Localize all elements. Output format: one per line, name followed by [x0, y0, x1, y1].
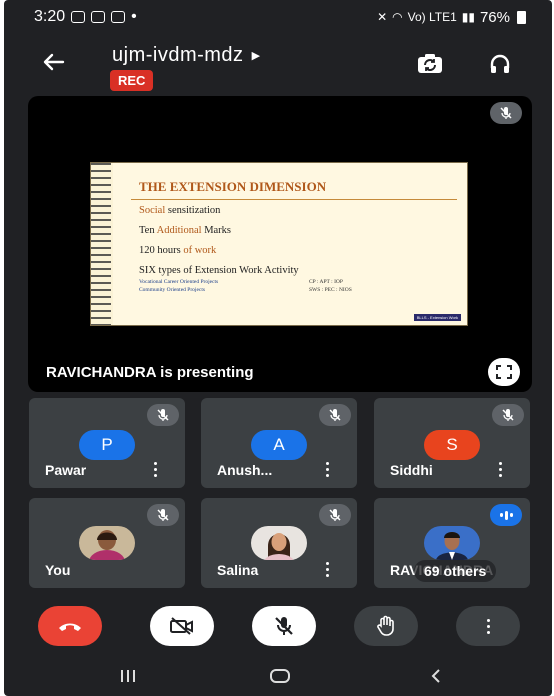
- fullscreen-button[interactable]: [488, 358, 520, 386]
- signal-icon: ▮▮: [461, 10, 475, 24]
- participant-tile-siddhi[interactable]: S Siddhi: [374, 398, 530, 488]
- back-arrow-icon[interactable]: [40, 48, 68, 76]
- divider: [131, 199, 457, 200]
- mail-icon: [111, 11, 126, 23]
- raise-hand-icon: [377, 615, 394, 636]
- participant-tile-you[interactable]: You: [29, 498, 185, 588]
- shared-slide: THE EXTENSION DIMENSION Social sensitiza…: [90, 162, 468, 326]
- more-options-button[interactable]: [456, 606, 520, 646]
- participant-name: You: [45, 562, 71, 578]
- mic-off-icon: [319, 404, 351, 426]
- participant-tile-pawar[interactable]: P Pawar: [29, 398, 185, 488]
- slide-bullet: 120 hours of work: [139, 245, 217, 256]
- mic-off-icon: [492, 404, 524, 426]
- clock: 3:20: [34, 8, 66, 25]
- battery-percent: 76%: [479, 8, 510, 26]
- participant-name: Siddhi: [390, 462, 433, 478]
- participant-name: Anush...: [217, 462, 273, 478]
- others-count-badge[interactable]: 69 others: [414, 560, 497, 582]
- spiral-binding: [91, 163, 111, 325]
- raise-hand-button[interactable]: [354, 606, 418, 646]
- slide-footer: BLLS - Extension Work: [413, 314, 461, 321]
- speaking-indicator-icon: [490, 504, 522, 526]
- recents-icon[interactable]: [116, 666, 140, 686]
- avatar-photo: [424, 526, 480, 560]
- meeting-code-button[interactable]: ujm-ivdm-mdz ▶: [112, 44, 261, 67]
- participant-tile-salina[interactable]: Salina: [201, 498, 357, 588]
- network-label: Vo) LTE1: [407, 10, 457, 24]
- meeting-code: ujm-ivdm-mdz: [112, 44, 244, 66]
- meet-screen: 3:20 • ✕ ◠ Vo) LTE1 ▮▮ 76% ujm-ivdm-mdz …: [4, 0, 552, 696]
- whatsapp-icon: [71, 11, 86, 23]
- more-vert-icon[interactable]: [326, 560, 329, 578]
- participant-tile-others[interactable]: RAVICHANDRA 69 others: [374, 498, 530, 588]
- camera-toggle-button[interactable]: [150, 606, 214, 646]
- camera-off-icon: [170, 617, 193, 635]
- presentation-stage[interactable]: THE EXTENSION DIMENSION Social sensitiza…: [28, 96, 532, 392]
- participant-name: Salina: [217, 562, 259, 578]
- battery-icon: [517, 10, 526, 24]
- mic-toggle-button[interactable]: [252, 606, 316, 646]
- mic-off-icon: [490, 102, 522, 124]
- slide-bullet: Ten Additional Marks: [139, 225, 232, 236]
- home-icon[interactable]: [268, 666, 292, 686]
- caret-right-icon: ▶: [251, 50, 261, 62]
- slide-subline: SWS : PEC : NIOS: [309, 287, 352, 293]
- fullscreen-icon: [496, 365, 512, 379]
- status-bar: 3:20 • ✕ ◠ Vo) LTE1 ▮▮ 76%: [4, 0, 552, 34]
- mic-off-icon: [275, 617, 293, 635]
- wifi-icon: ◠: [392, 10, 403, 24]
- switch-camera-icon[interactable]: [416, 50, 444, 78]
- recording-badge: REC: [110, 70, 154, 91]
- presenter-label: RAVICHANDRA is presenting: [46, 364, 254, 381]
- slide-subline: Community Oriented Projects: [139, 287, 205, 293]
- mic-off-icon: [147, 504, 179, 526]
- participant-tile-anush[interactable]: A Anush...: [201, 398, 357, 488]
- slide-bullet: Social sensitization: [139, 205, 221, 216]
- avatar-photo: [251, 526, 307, 560]
- back-nav-icon[interactable]: [424, 666, 448, 686]
- gallery-icon: [91, 11, 106, 23]
- mute-status-icon: ✕: [377, 10, 388, 24]
- audio-output-icon[interactable]: [486, 50, 514, 78]
- slide-subline: CP : APT : IOP: [309, 279, 343, 285]
- more-vert-icon[interactable]: [499, 460, 502, 478]
- avatar: S: [424, 430, 480, 460]
- avatar-photo: [79, 526, 135, 560]
- more-vert-icon[interactable]: [326, 460, 329, 478]
- slide-title: THE EXTENSION DIMENSION: [139, 179, 327, 194]
- notification-dot-icon: •: [131, 8, 137, 25]
- avatar: P: [79, 430, 135, 460]
- avatar: A: [251, 430, 307, 460]
- end-call-icon: [59, 623, 81, 631]
- meeting-header: ujm-ivdm-mdz ▶ REC: [4, 38, 552, 94]
- more-vert-icon: [486, 617, 490, 635]
- more-vert-icon[interactable]: [154, 460, 157, 478]
- mic-off-icon: [147, 404, 179, 426]
- slide-bullet: SIX types of Extension Work Activity: [139, 265, 299, 276]
- participant-name: Pawar: [45, 462, 87, 478]
- slide-subline: Vocational Career Oriented Projects: [139, 279, 219, 285]
- mic-off-icon: [319, 504, 351, 526]
- system-nav-bar: [4, 656, 552, 696]
- call-controls: [4, 600, 552, 654]
- end-call-button[interactable]: [38, 606, 102, 646]
